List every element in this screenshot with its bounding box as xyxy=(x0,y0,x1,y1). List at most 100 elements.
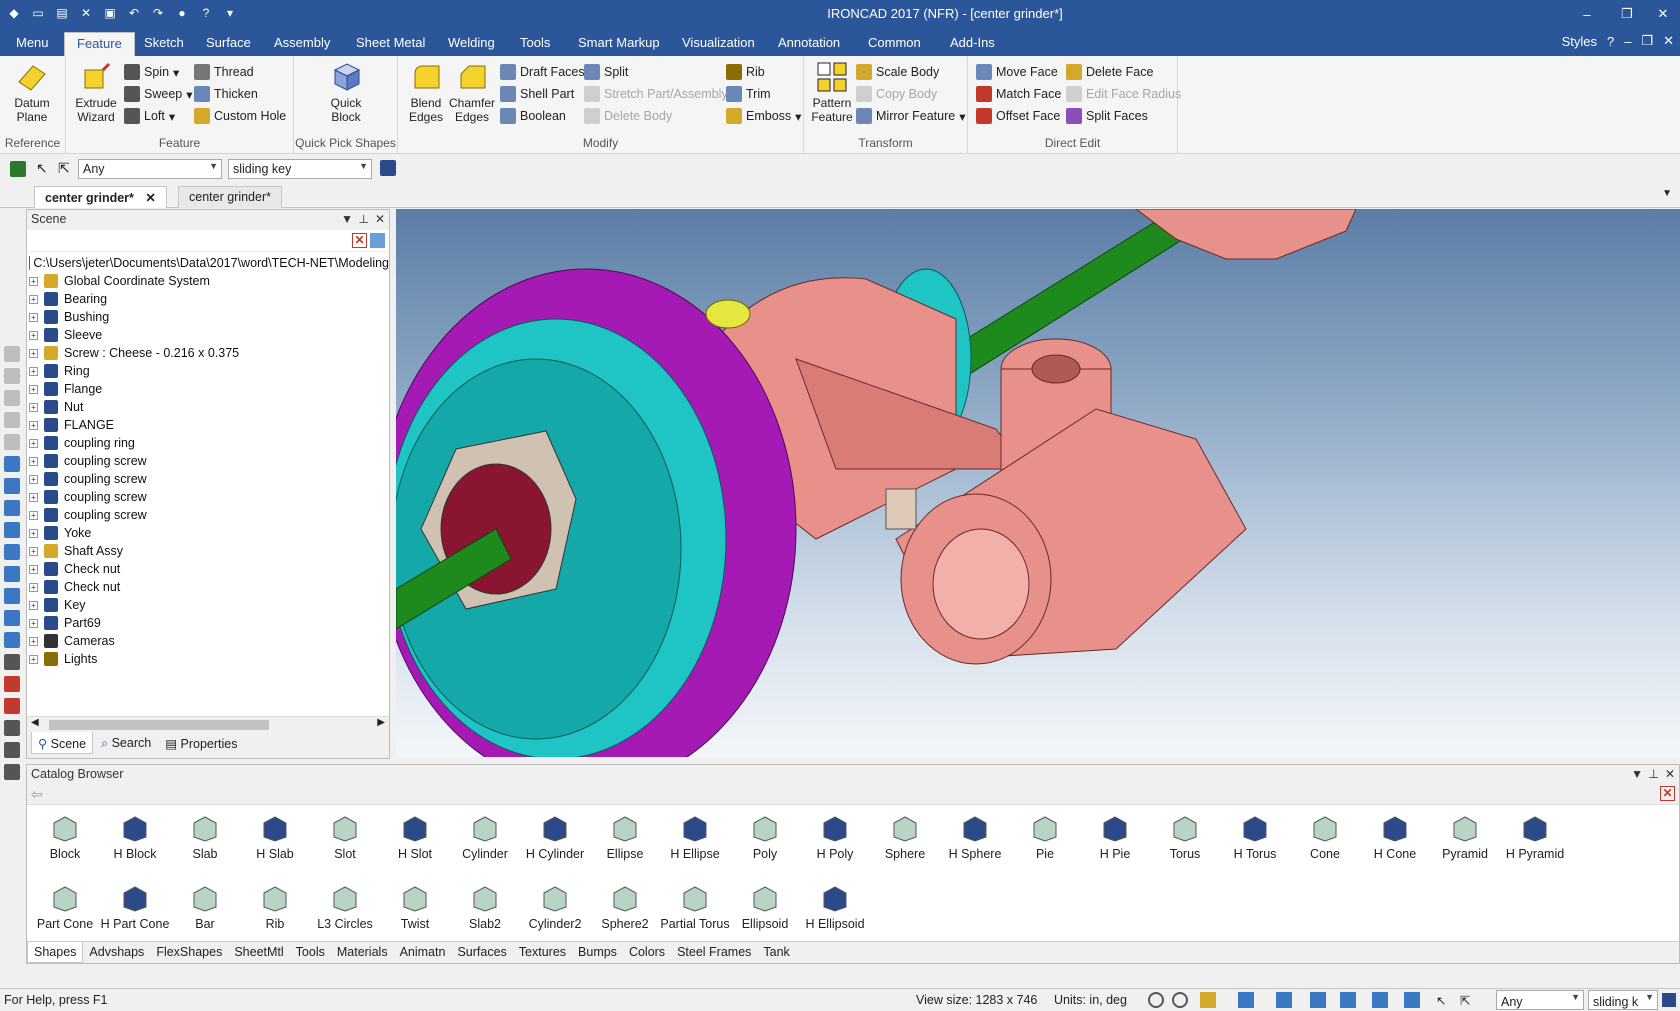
delete-body-button[interactable]: Delete Body xyxy=(584,106,672,126)
doc-tab-second[interactable]: center grinder* xyxy=(178,186,282,208)
catalog-tab[interactable]: Tank xyxy=(757,942,795,963)
shape-item[interactable]: Twist xyxy=(377,883,453,931)
expand-icon[interactable]: + xyxy=(29,276,38,286)
shape-item[interactable]: L3 Circles xyxy=(307,883,383,931)
display-mode-icon[interactable] xyxy=(1372,992,1388,1008)
shape-item[interactable]: H Pie xyxy=(1077,813,1153,861)
spin-button[interactable]: Spin ▾ xyxy=(124,62,179,82)
expand-icon[interactable]: + xyxy=(29,582,38,592)
shape-item[interactable]: Cylinder2 xyxy=(517,883,593,931)
catalog-pin-icon[interactable]: ⊥ xyxy=(1649,767,1659,781)
view-iso-icon[interactable] xyxy=(4,588,20,604)
shape-item[interactable]: Sphere xyxy=(867,813,943,861)
shape-item[interactable]: H Cylinder xyxy=(517,813,593,861)
offset-face-button[interactable]: Offset Face xyxy=(976,106,1060,126)
emboss-button[interactable]: Emboss ▾ xyxy=(726,106,801,126)
angle-icon[interactable] xyxy=(4,720,20,736)
panel-menu-icon[interactable]: ▼ xyxy=(341,212,353,226)
shape-item[interactable]: Sphere2 xyxy=(587,883,663,931)
blend-edges-button[interactable]: Blend Edges xyxy=(400,60,452,124)
scroll-right-icon[interactable]: ▶ xyxy=(377,717,385,728)
scene-horizontal-scrollbar[interactable]: ◀ ▶ xyxy=(27,716,389,732)
tree-item[interactable]: + Lights xyxy=(29,650,389,668)
help-menu-icon[interactable]: ? xyxy=(1607,34,1614,49)
edit-face-radius-button[interactable]: Edit Face Radius xyxy=(1066,84,1181,104)
tab-scene[interactable]: ⚲ Scene xyxy=(31,732,94,754)
view-normal-icon[interactable] xyxy=(4,610,20,626)
shape-item[interactable]: Ellipse xyxy=(587,813,663,861)
catalog-tab[interactable]: Materials xyxy=(331,942,394,963)
expand-icon[interactable]: + xyxy=(29,564,38,574)
view-top-icon[interactable] xyxy=(4,544,20,560)
datum-plane-button[interactable]: Datum Plane xyxy=(6,60,58,124)
view-front-icon[interactable] xyxy=(4,456,20,472)
custom-hole-button[interactable]: Custom Hole xyxy=(194,106,286,126)
catalog-tab[interactable]: Colors xyxy=(623,942,671,963)
scrollbar-thumb[interactable] xyxy=(49,720,269,730)
thread-button[interactable]: Thread xyxy=(194,62,254,82)
tree-item[interactable]: + coupling screw xyxy=(29,452,389,470)
view-right-icon[interactable] xyxy=(4,522,20,538)
match-face-button[interactable]: Match Face xyxy=(976,84,1061,104)
tree-item[interactable]: + Key xyxy=(29,596,389,614)
back-arrow-icon[interactable]: ⇦ xyxy=(31,786,43,803)
shape-item[interactable]: H Part Cone xyxy=(97,883,173,931)
close-panel-icon[interactable]: ✕ xyxy=(375,212,385,226)
shape-item[interactable]: Poly xyxy=(727,813,803,861)
copy-body-button[interactable]: Copy Body xyxy=(856,84,937,104)
expand-icon[interactable]: + xyxy=(29,438,38,448)
mirror-feature-button[interactable]: Mirror Feature ▾ xyxy=(856,106,965,126)
expand-icon[interactable]: + xyxy=(29,618,38,628)
expand-icon[interactable]: + xyxy=(29,402,38,412)
assembly-tree-icon[interactable] xyxy=(380,160,396,176)
shape-item[interactable]: H Slab xyxy=(237,813,313,861)
zoom-window-icon[interactable] xyxy=(1172,992,1188,1008)
tree-item[interactable]: + Check nut xyxy=(29,578,389,596)
filter-type-select[interactable]: Any ▼ xyxy=(78,159,222,179)
extrude-wizard-button[interactable]: Extrude Wizard xyxy=(70,60,122,124)
tab-smart-markup[interactable]: Smart Markup xyxy=(566,32,672,56)
tree-item[interactable]: + Cameras xyxy=(29,632,389,650)
boolean-button[interactable]: Boolean xyxy=(500,106,566,126)
split-faces-button[interactable]: Split Faces xyxy=(1066,106,1148,126)
shape-item[interactable]: Slot xyxy=(307,813,383,861)
pin-icon[interactable]: ⊥ xyxy=(359,212,369,226)
select-mode-icon[interactable]: ↖ xyxy=(1436,993,1446,1008)
tab-surface[interactable]: Surface xyxy=(194,32,263,56)
shape-item[interactable]: Block xyxy=(27,813,103,861)
expand-icon[interactable]: + xyxy=(29,474,38,484)
tree-item[interactable]: + Bushing xyxy=(29,308,389,326)
shape-item[interactable]: H Cone xyxy=(1357,813,1433,861)
tree-item[interactable]: + coupling ring xyxy=(29,434,389,452)
tree-item[interactable]: + FLANGE xyxy=(29,416,389,434)
expand-icon[interactable]: + xyxy=(29,528,38,538)
chamfer-edges-button[interactable]: Chamfer Edges xyxy=(446,60,498,124)
tree-item[interactable]: + Yoke xyxy=(29,524,389,542)
expand-icon[interactable]: + xyxy=(29,330,38,340)
filter-tool-icon[interactable] xyxy=(10,161,26,177)
expand-icon[interactable]: + xyxy=(29,546,38,556)
tab-common[interactable]: Common xyxy=(856,32,933,56)
pattern-feature-button[interactable]: Pattern Feature xyxy=(806,60,858,124)
clip-icon[interactable] xyxy=(4,698,20,714)
tab-add-ins[interactable]: Add-Ins xyxy=(938,32,1007,56)
expand-icon[interactable]: + xyxy=(29,384,38,394)
view-back-icon[interactable] xyxy=(4,478,20,494)
shape-item[interactable]: Rib xyxy=(237,883,313,931)
rib-button[interactable]: Rib xyxy=(726,62,765,82)
triball-icon[interactable] xyxy=(1310,992,1326,1008)
styles-menu[interactable]: Styles xyxy=(1562,34,1597,49)
catalog-tab[interactable]: Surfaces xyxy=(451,942,512,963)
tab-sketch[interactable]: Sketch xyxy=(132,32,196,56)
status-tree-icon[interactable] xyxy=(1662,993,1676,1007)
trim-button[interactable]: Trim xyxy=(726,84,771,104)
tab-properties[interactable]: ▤ Properties xyxy=(159,732,243,754)
tree-item[interactable]: + Part69 xyxy=(29,614,389,632)
shape-item[interactable]: H Poly xyxy=(797,813,873,861)
tree-item[interactable]: + coupling screw xyxy=(29,488,389,506)
tree-item[interactable]: + Nut xyxy=(29,398,389,416)
expand-icon[interactable]: + xyxy=(29,312,38,322)
tree-item[interactable]: + Bearing xyxy=(29,290,389,308)
loft-button[interactable]: Loft ▾ xyxy=(124,106,175,126)
view-icon-4[interactable] xyxy=(4,412,20,428)
